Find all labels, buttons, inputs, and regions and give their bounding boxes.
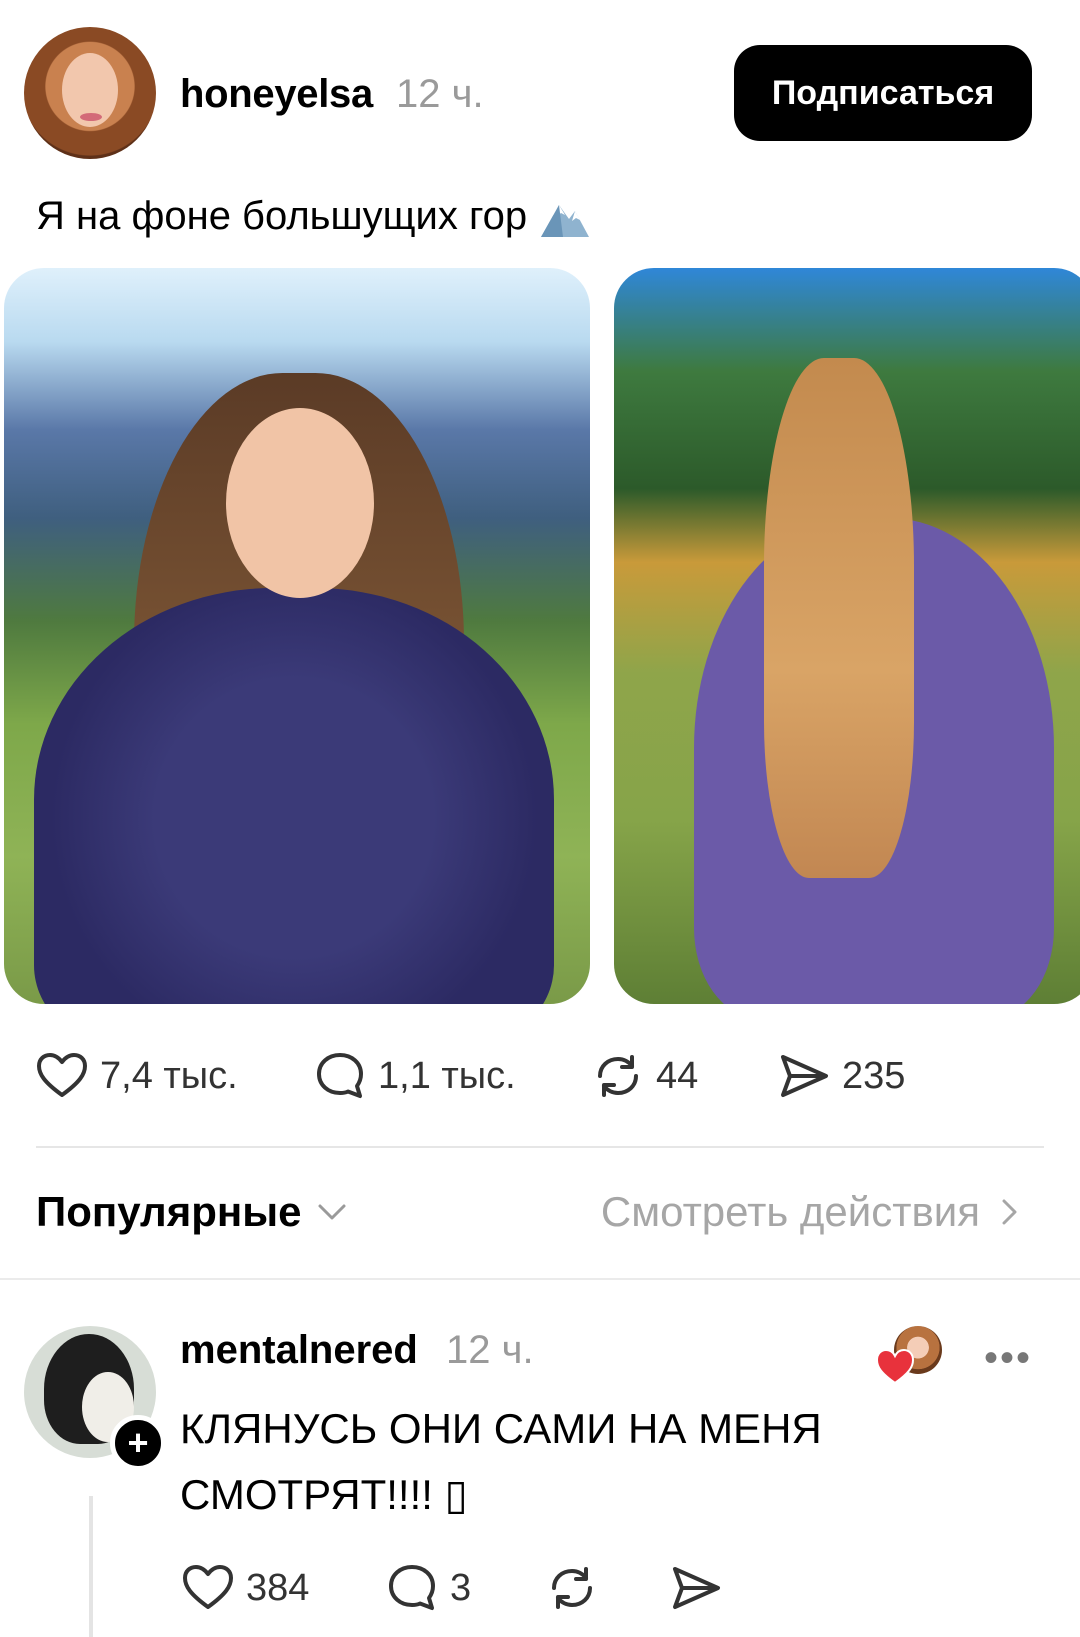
more-options-icon[interactable]: •••	[984, 1336, 1032, 1381]
photo-1-face	[226, 408, 374, 598]
post-time: 12 ч.	[396, 72, 484, 116]
repost-button[interactable]: 44	[590, 1040, 698, 1112]
comment-button[interactable]: 1,1 тыс.	[312, 1040, 516, 1112]
author-avatar[interactable]	[24, 27, 156, 159]
comment-bubble-icon	[317, 1053, 363, 1098]
chevron-right-icon	[1002, 1199, 1017, 1225]
sort-label: Популярные	[36, 1188, 302, 1235]
comments-sort-bar: Популярные Смотреть действия	[0, 1180, 1080, 1250]
heart-icon	[37, 1053, 87, 1097]
repost-icon	[598, 1055, 638, 1097]
comment-share-button[interactable]	[668, 1552, 724, 1624]
chevron-down-icon	[318, 1204, 346, 1220]
photo-1-dress	[34, 588, 554, 1004]
commenter-name[interactable]: mentalnered	[180, 1328, 418, 1373]
like-button[interactable]: 7,4 тыс.	[34, 1040, 238, 1112]
divider	[0, 1278, 1080, 1280]
view-actions-link[interactable]: Смотреть действия	[601, 1188, 1024, 1236]
post-action-bar: 7,4 тыс. 1,1 тыс. 44 235	[0, 1040, 1080, 1112]
share-button[interactable]: 235	[776, 1040, 905, 1112]
sort-dropdown[interactable]: Популярные	[36, 1188, 349, 1236]
send-icon	[781, 1055, 828, 1097]
red-heart-icon	[875, 1348, 915, 1385]
comment-reply-count: 3	[450, 1566, 472, 1609]
comment-action-bar: 384 3	[0, 1552, 1080, 1624]
comment-item: + mentalnered 12 ч. ••• КЛЯНУСЬ ОНИ САМИ…	[0, 1300, 1080, 1637]
follow-plus-icon[interactable]: +	[110, 1415, 166, 1471]
snow-mountain-icon	[541, 204, 590, 237]
caption-text: Я на фоне большущих гор	[36, 194, 528, 238]
comment-bubble-icon	[389, 1565, 435, 1610]
post-photo-1[interactable]	[4, 268, 590, 1004]
comment-count: 1,1 тыс.	[378, 1054, 516, 1097]
share-count: 235	[842, 1054, 906, 1097]
repost-icon	[552, 1567, 592, 1609]
comment-like-button[interactable]: 384	[180, 1552, 309, 1624]
repost-count: 44	[656, 1054, 699, 1097]
comment-time: 12 ч.	[446, 1328, 534, 1372]
photo-2-hair	[764, 358, 914, 878]
divider	[36, 1146, 1044, 1148]
comment-text: КЛЯНУСЬ ОНИ САМИ НА МЕНЯ СМОТРЯТ!!!! ▯	[180, 1405, 822, 1518]
view-actions-label: Смотреть действия	[600, 1188, 980, 1235]
send-icon	[673, 1567, 720, 1609]
author-name[interactable]: honeyelsa	[180, 72, 373, 117]
post-photo-2[interactable]	[614, 268, 1080, 1004]
post-header: honeyelsa 12 ч. Подписаться	[0, 0, 1080, 180]
avatar-lips	[80, 113, 102, 121]
comment-reply-button[interactable]: 3	[384, 1552, 471, 1624]
like-count: 7,4 тыс.	[100, 1054, 238, 1097]
post-caption: Я на фоне большущих гор	[36, 194, 591, 239]
comment-repost-button[interactable]	[544, 1552, 600, 1624]
heart-icon	[183, 1565, 233, 1609]
author-liked-badge	[874, 1326, 944, 1386]
follow-button[interactable]: Подписаться	[734, 45, 1032, 141]
comment-like-count: 384	[246, 1566, 310, 1609]
